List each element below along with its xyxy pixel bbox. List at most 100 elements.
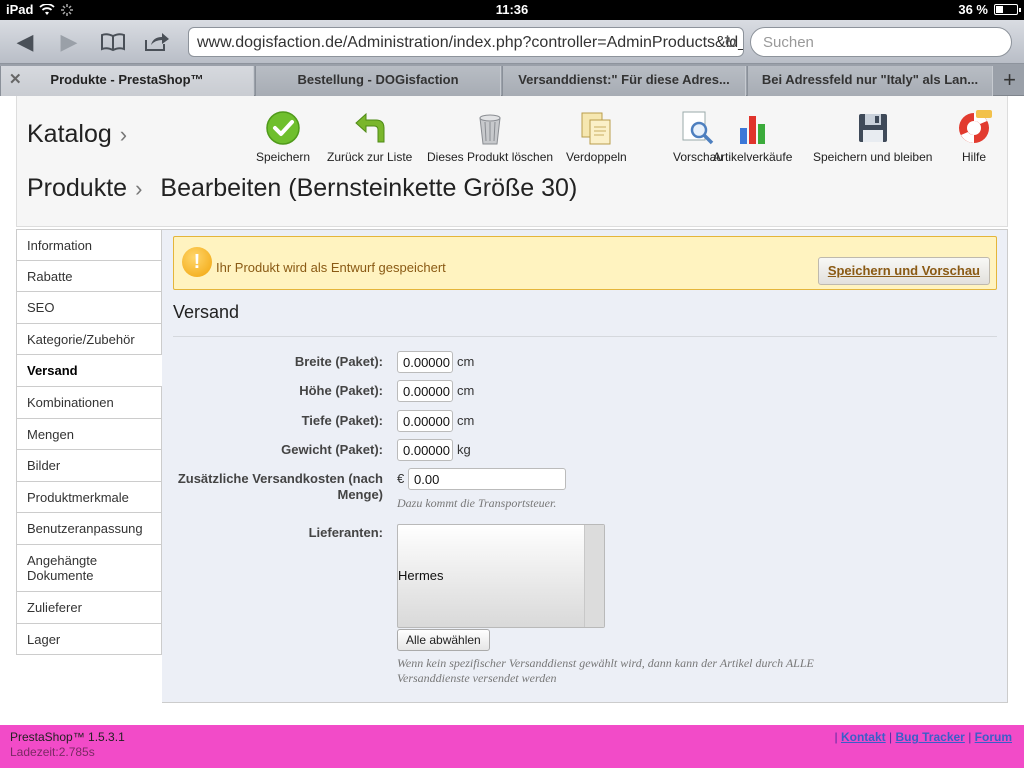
carriers-label: Lieferanten: — [308, 525, 383, 540]
check-circle-icon — [266, 111, 300, 145]
sidebar-item-produktmerkmale[interactable]: Produktmerkmale — [16, 481, 162, 514]
floppy-icon — [858, 114, 887, 142]
tab-label: Bei Adressfeld nur "Italy" als Lan... — [761, 72, 979, 87]
preview-icon — [682, 111, 714, 145]
link-separator: | — [968, 730, 972, 744]
extra-shipping-label: Zusätzliche Versandkosten (nach Menge) — [177, 471, 383, 502]
sidebar-item-mengen[interactable]: Mengen — [16, 418, 162, 451]
height-field[interactable]: 0.00000 — [397, 380, 453, 402]
browser-tabs: ✕ Produkte - PrestaShop™ Bestellung - DO… — [0, 64, 1024, 96]
breadcrumb-products[interactable]: Produkte — [27, 174, 127, 202]
depth-label: Tiefe (Paket): — [301, 413, 383, 428]
footer: PrestaShop™ 1.5.3.1 Ladezeit:2.785s | Ko… — [0, 725, 1024, 768]
sidebar-item-information[interactable]: Information — [16, 229, 162, 261]
sidebar-item-versand[interactable]: Versand — [16, 355, 162, 387]
back-icon[interactable]: ◀ — [10, 28, 40, 56]
link-separator: | — [834, 730, 838, 744]
footer-links: | Kontakt | Bug Tracker | Forum — [835, 730, 1012, 744]
sidebar-item-dokumente[interactable]: Angehängte Dokumente — [16, 544, 162, 592]
carriers-select[interactable]: Hermes — [397, 524, 605, 628]
tab-label: Versanddienst:" Für diese Adres... — [518, 72, 730, 87]
carriers-hint: Wenn kein spezifischer Versanddienst gew… — [397, 656, 814, 685]
chevron-right-icon: › — [119, 122, 128, 147]
battery-level — [996, 6, 1003, 13]
back-to-list-label: Zurück zur Liste — [327, 150, 413, 164]
delete-product-button[interactable]: Dieses Produkt löschen — [427, 110, 553, 164]
sidebar-item-bilder[interactable]: Bilder — [16, 450, 162, 482]
duplicate-button[interactable]: Verdoppeln — [566, 110, 627, 164]
help-label: Hilfe — [961, 150, 986, 164]
sidebar-item-kategorie[interactable]: Kategorie/Zubehör — [16, 323, 162, 356]
contact-link[interactable]: Kontakt — [841, 730, 886, 744]
save-button[interactable]: Speichern — [256, 110, 310, 164]
sales-button[interactable]: Artikelverkäufe — [713, 110, 792, 164]
battery-percent: 36 % — [958, 2, 988, 17]
duplicate-icon — [581, 112, 611, 145]
warning-text: Ihr Produkt wird als Entwurf gespeichert — [216, 260, 446, 275]
tab-bestellung[interactable]: Bestellung - DOGisfaction — [255, 66, 501, 96]
status-right: 36 % — [958, 2, 1021, 17]
sidebar-item-benutzeranpassung[interactable]: Benutzeranpassung — [16, 513, 162, 545]
back-to-list-button[interactable]: Zurück zur Liste — [327, 110, 412, 164]
depth-field[interactable]: 0.00000 — [397, 410, 453, 432]
bug-tracker-link[interactable]: Bug Tracker — [895, 730, 964, 744]
new-tab-icon[interactable]: + — [1003, 66, 1016, 94]
width-unit: cm — [457, 354, 475, 369]
page-title-text: Bearbeiten (Bernsteinkette Größe 30) — [160, 174, 578, 202]
browser-toolbar: ◀ ▶ www.dogisfaction.de/Administration/i… — [0, 20, 1024, 64]
link-separator: | — [889, 730, 893, 744]
deselect-all-button[interactable]: Alle abwählen — [397, 629, 490, 651]
sidebar-item-kombinationen[interactable]: Kombinationen — [16, 386, 162, 419]
width-field[interactable]: 0.00000 — [397, 351, 453, 373]
tab-label: Produkte - PrestaShop™ — [50, 72, 204, 87]
height-label: Höhe (Paket): — [299, 383, 383, 398]
tab-label: Bestellung - DOGisfaction — [297, 72, 459, 87]
depth-unit: cm — [457, 413, 475, 428]
currency-symbol: € — [397, 471, 405, 486]
section-title: Versand — [173, 302, 240, 322]
clock: 11:36 — [495, 2, 529, 17]
close-tab-icon[interactable]: ✕ — [9, 66, 22, 94]
battery-icon — [994, 4, 1021, 15]
page: Katalog › Produkte › Bearbeiten (Bernsteink… — [0, 96, 1024, 768]
help-button[interactable]: Hilfe — [956, 110, 992, 164]
save-and-stay-label: Speichern und bleiben — [813, 150, 933, 164]
height-unit: cm — [457, 383, 475, 398]
save-and-stay-button[interactable]: Speichern und bleiben — [813, 110, 932, 164]
sales-label: Artikelverkäufe — [713, 150, 793, 164]
listbox-scrollbar[interactable] — [584, 525, 604, 627]
tab-prestashop[interactable]: ✕ Produkte - PrestaShop™ — [0, 66, 254, 96]
delete-product-label: Dieses Produkt löschen — [427, 150, 554, 164]
weight-field[interactable]: 0.00000 — [397, 439, 453, 461]
sidebar-item-rabatte[interactable]: Rabatte — [16, 260, 162, 293]
search-input[interactable]: Suchen — [750, 27, 1012, 57]
warning-icon: ! — [182, 247, 212, 277]
forward-icon[interactable]: ▶ — [54, 28, 84, 56]
tab-adressfeld[interactable]: Bei Adressfeld nur "Italy" als Lan... — [747, 66, 993, 96]
save-and-preview-button[interactable]: Speichern und Vorschau — [817, 257, 990, 285]
breadcrumb-catalog[interactable]: Katalog — [27, 120, 112, 148]
chevron-right-icon: › — [135, 176, 143, 201]
breadcrumb: Katalog › — [27, 120, 127, 149]
carrier-option-hermes[interactable]: Hermes — [398, 568, 444, 583]
trash-icon — [479, 114, 501, 145]
shipping-panel: ! Ihr Produkt wird als Entwurf gespeiche… — [162, 229, 1008, 703]
sidebar-item-zulieferer[interactable]: Zulieferer — [16, 591, 162, 624]
url-text: www.dogisfaction.de/Administration/index… — [197, 34, 744, 51]
share-icon[interactable] — [142, 28, 172, 56]
divider — [173, 336, 997, 337]
tab-versanddienst[interactable]: Versanddienst:" Für diese Adres... — [502, 66, 746, 96]
forum-link[interactable]: Forum — [975, 730, 1012, 744]
address-bar[interactable]: www.dogisfaction.de/Administration/index… — [188, 27, 744, 57]
reload-icon[interactable]: ↻ — [724, 33, 737, 53]
sidebar-item-seo[interactable]: SEO — [16, 292, 162, 324]
page-title: Produkte › Bearbeiten (Bernsteinkette Größ… — [27, 174, 577, 203]
version-text: PrestaShop™ 1.5.3.1 — [10, 730, 125, 744]
extra-shipping-field[interactable]: 0.00 — [408, 468, 566, 490]
bookmarks-icon[interactable] — [98, 28, 128, 56]
load-time: Ladezeit:2.785s — [10, 745, 95, 759]
extra-shipping-hint: Dazu kommt die Transportsteuer. — [397, 496, 557, 510]
sidebar-item-lager[interactable]: Lager — [16, 623, 162, 656]
save-label: Speichern — [256, 150, 311, 164]
bar-chart-icon — [739, 116, 765, 144]
